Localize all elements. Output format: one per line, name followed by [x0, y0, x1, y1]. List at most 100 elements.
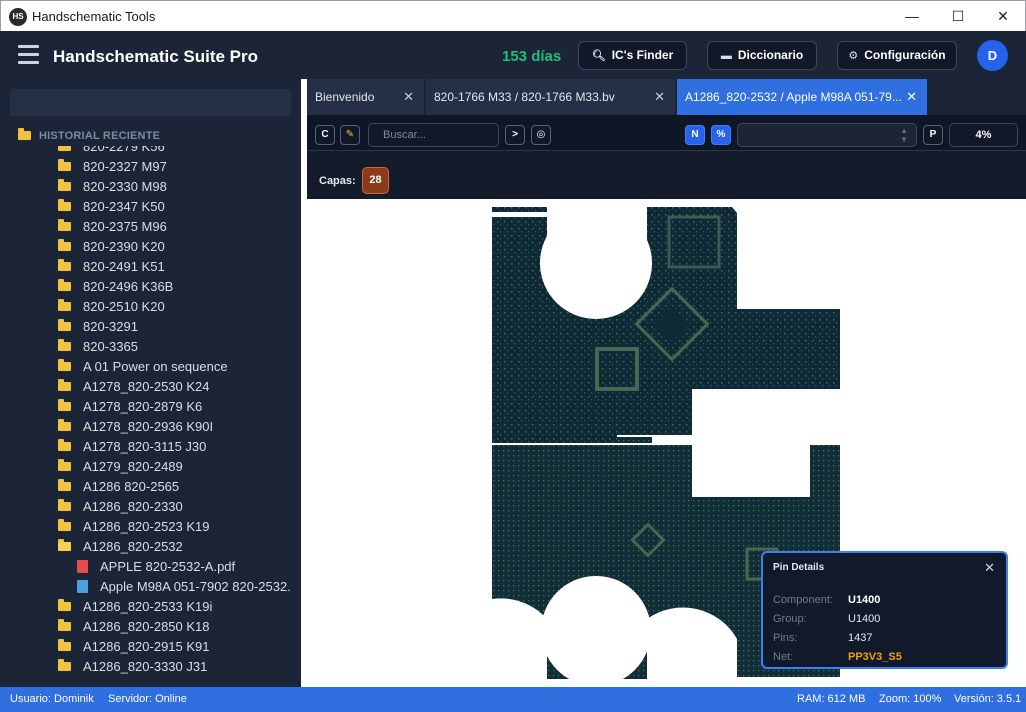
close-icon[interactable]: ✕	[654, 79, 665, 115]
tree-item[interactable]: A1286_820-2523 K19	[58, 517, 210, 537]
tree-item-label: 820-2375 M96	[83, 219, 167, 234]
folder-icon	[58, 179, 71, 192]
ic-finder-label: IC's Finder	[611, 48, 674, 62]
folder-icon	[58, 419, 71, 432]
tree-item[interactable]: A1278_820-2879 K6	[58, 397, 202, 417]
tree-item-label: A1278_820-3115 J30	[83, 439, 207, 454]
tree-item[interactable]: 820-2375 M96	[58, 217, 167, 237]
spinner-icon[interactable]: ▲ ▼	[900, 126, 908, 144]
window-titlebar: HS Handschematic Tools — ☐ ✕	[0, 0, 1026, 31]
user-avatar[interactable]: D	[977, 40, 1008, 71]
tree-item[interactable]: A1286_820-2330	[58, 497, 183, 517]
app-logo-icon: HS	[9, 8, 27, 26]
app-header: Handschematic Suite Pro 153 días 🔍︎ IC's …	[0, 31, 1026, 79]
tree-item-label: A1286_820-2533 K19i	[83, 599, 213, 614]
tree-item[interactable]: A1286_820-2532	[58, 537, 183, 557]
dictionary-button[interactable]: ▬ Diccionario	[707, 41, 817, 70]
close-window-button[interactable]: ✕	[980, 1, 1026, 32]
history-header: HISTORIAL RECIENTE	[18, 127, 160, 142]
folder-icon	[58, 619, 71, 632]
board-hole-top	[540, 207, 652, 319]
close-icon[interactable]: ✕	[906, 79, 917, 115]
folder-icon	[58, 359, 71, 372]
status-ram: RAM: 612 MB	[797, 693, 866, 705]
status-server: Servidor: Online	[108, 693, 187, 705]
folder-open-icon	[58, 539, 71, 552]
tree-item[interactable]: A 01 Power on sequence	[58, 357, 228, 377]
pin-row-component: Component: U1400	[773, 594, 880, 606]
tree-item[interactable]: A1286_820-3330 J31	[58, 657, 207, 677]
tree-item[interactable]: 820-2491 K51	[58, 257, 165, 277]
pin-row-group: Group: U1400	[773, 613, 880, 625]
tree-item-label: A1286_820-2915 K91	[83, 639, 210, 654]
tree-item[interactable]: 820-2347 K50	[58, 197, 165, 217]
pin-label: Pins:	[773, 632, 798, 644]
folder-icon	[58, 146, 71, 152]
tree-item[interactable]: 820-2510 K20	[58, 297, 165, 317]
tree-item[interactable]: A1278_820-2530 K24	[58, 377, 210, 397]
status-bar: Usuario: Dominik Servidor: Online RAM: 6…	[0, 687, 1026, 712]
folder-icon	[58, 519, 71, 532]
tree-item[interactable]: 820-2496 K36B	[58, 277, 173, 297]
ic-finder-button[interactable]: 🔍︎ IC's Finder	[578, 41, 687, 70]
pin-value-net[interactable]: PP3V3_S5	[848, 651, 902, 663]
tree-item[interactable]: A1279_820-2489	[58, 457, 183, 477]
tab-820-1766[interactable]: 820-1766 M33 / 820-1766 M33.bv ✕	[426, 79, 675, 115]
board-file-icon	[77, 580, 88, 594]
layers-count-button[interactable]: 28	[362, 167, 389, 194]
tree-item[interactable]: A1278_820-3115 J30	[58, 437, 206, 457]
tree-item[interactable]: 820-2390 K20	[58, 237, 165, 257]
tree-item[interactable]: 820-2327 M97	[58, 157, 167, 177]
tree-item[interactable]: 820-2330 M98	[58, 177, 167, 197]
tree-item[interactable]: Apple M98A 051-7902 820-2532.	[77, 577, 291, 597]
tab-bienvenido[interactable]: Bienvenido ✕	[307, 79, 424, 115]
folder-icon	[58, 279, 71, 292]
tree-item[interactable]: A1286_820-2533 K19i	[58, 597, 212, 617]
tree-item[interactable]: 820-3291	[58, 317, 138, 337]
tree-item-label: A 01 Power on sequence	[83, 359, 228, 374]
tree-item-label: A1286_820-2532	[83, 539, 183, 554]
pencil-icon[interactable]: ✎	[340, 125, 360, 145]
tab-bar: Bienvenido ✕ 820-1766 M33 / 820-1766 M33…	[307, 79, 1026, 115]
status-user: Usuario: Dominik	[10, 693, 94, 705]
close-icon[interactable]: ✕	[984, 560, 995, 576]
tree-item[interactable]: 820-3365	[58, 337, 138, 357]
tree-item-label: A1278_820-2936 K90I	[83, 419, 214, 434]
target-icon[interactable]: ◎	[531, 125, 551, 145]
settings-button[interactable]: ⚙ Configuración	[837, 41, 957, 70]
tree-item[interactable]: A1286_820-2850 K18	[58, 617, 210, 637]
book-icon: ▬	[720, 50, 732, 62]
minimize-button[interactable]: —	[889, 1, 935, 32]
settings-label: Configuración	[864, 48, 946, 62]
tree-item-label: APPLE 820-2532-A.pdf	[100, 559, 236, 574]
menu-icon[interactable]	[18, 45, 39, 64]
search-next-button[interactable]: >	[505, 125, 525, 145]
folder-icon	[58, 219, 71, 232]
sidebar-search-input[interactable]	[10, 89, 291, 116]
tab-label: A1286_820-2532 / Apple M98A 051-79...	[685, 90, 902, 104]
folder-icon	[58, 659, 71, 672]
sidebar: HISTORIAL RECIENTE 820-2279 K56 820-2327 …	[0, 79, 301, 687]
history-tree: 820-2279 K56 820-2327 M97 820-2330 M98 820-…	[0, 146, 301, 687]
net-mode-button[interactable]: N	[685, 125, 705, 145]
tree-item[interactable]: 820-2279 K56	[58, 146, 165, 157]
tree-item[interactable]: A1278_820-2936 K90I	[58, 417, 213, 437]
folder-icon	[58, 599, 71, 612]
close-icon[interactable]: ✕	[403, 79, 414, 115]
pin-value: U1400	[848, 613, 881, 625]
window-title: Handschematic Tools	[32, 9, 156, 24]
tree-item-label: Apple M98A 051-7902 820-2532.	[100, 579, 291, 594]
value-field[interactable]: ▲ ▼	[737, 123, 917, 147]
tab-a1286-820-2532[interactable]: A1286_820-2532 / Apple M98A 051-79... ✕	[677, 79, 927, 115]
tree-item[interactable]: APPLE 820-2532-A.pdf	[77, 557, 235, 577]
pin-label: Component:	[773, 594, 833, 606]
status-version: Versión: 3.5.1	[954, 693, 1022, 705]
tree-item[interactable]: A1286 820-2565	[58, 477, 179, 497]
folder-icon	[58, 199, 71, 212]
tree-item[interactable]: A1286_820-2915 K91	[58, 637, 210, 657]
maximize-button[interactable]: ☐	[935, 1, 981, 32]
board-search-input[interactable]	[368, 123, 499, 147]
percent-mode-button[interactable]: %	[711, 125, 731, 145]
p-button[interactable]: P	[923, 125, 943, 145]
clear-button[interactable]: C	[315, 125, 335, 145]
